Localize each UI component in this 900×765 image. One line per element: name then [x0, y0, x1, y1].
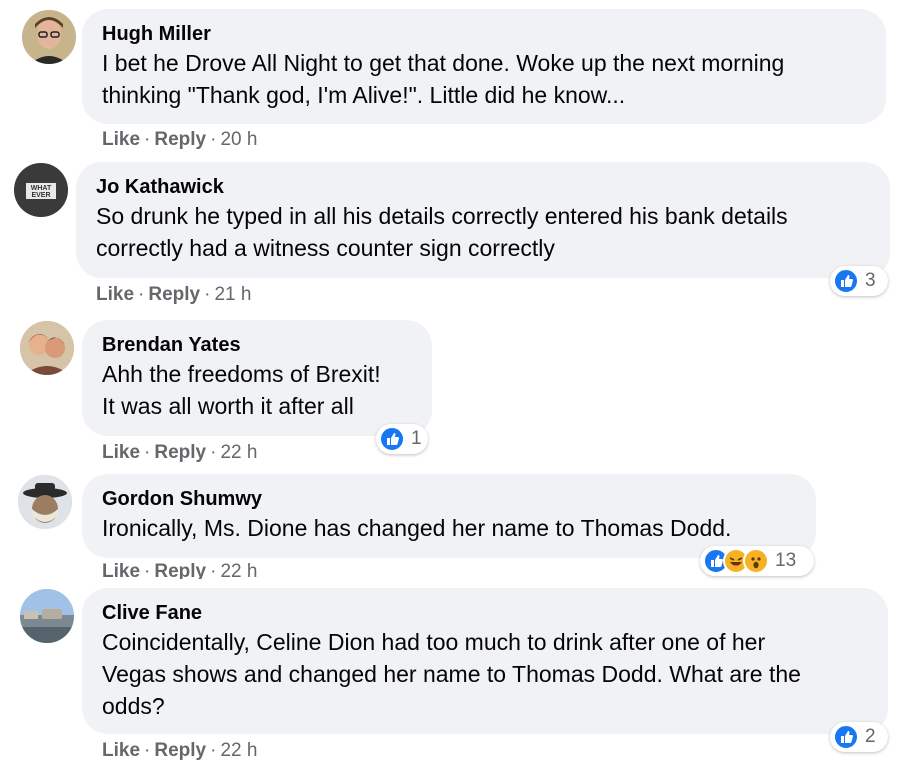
reaction-summary[interactable]: 13 — [700, 546, 814, 576]
like-link[interactable]: Like — [102, 129, 140, 150]
separator: · — [144, 129, 151, 150]
comment-text-line: correctly had a witness counter sign cor… — [96, 235, 555, 261]
comment-text-line: It was all worth it after all — [102, 393, 354, 419]
avatar[interactable] — [20, 321, 74, 375]
comment-text-line: odds? — [102, 693, 165, 719]
reaction-count: 2 — [865, 726, 876, 747]
comment-actions: Like · Reply · 22 h — [102, 441, 257, 465]
comment-text-line: I bet he Drove All Night to get that don… — [102, 50, 785, 76]
thumbs-up-icon — [833, 724, 859, 750]
timestamp[interactable]: 22 h — [220, 561, 257, 579]
comment-actions: Like · Reply · 20 h — [102, 128, 257, 152]
comment-actions: Like · Reply · 22 h — [102, 560, 257, 579]
reaction-count: 3 — [865, 270, 876, 291]
avatar-image — [18, 475, 72, 529]
reply-link[interactable]: Reply — [154, 740, 206, 761]
reply-link[interactable]: Reply — [154, 561, 206, 579]
timestamp[interactable]: 22 h — [220, 442, 257, 463]
timestamp[interactable]: 20 h — [220, 129, 257, 150]
separator: · — [210, 442, 217, 463]
separator: · — [210, 561, 217, 579]
like-link[interactable]: Like — [102, 740, 140, 761]
timestamp[interactable]: 21 h — [214, 284, 251, 305]
timestamp[interactable]: 22 h — [220, 740, 257, 761]
comment-author[interactable]: Brendan Yates — [102, 332, 412, 358]
comment-bubble: Clive Fane Coincidentally, Celine Dion h… — [82, 588, 888, 734]
comment-bubble: Jo Kathawick So drunk he typed in all hi… — [76, 162, 890, 278]
comment-author[interactable]: Clive Fane — [102, 600, 868, 626]
comment-text-line: Vegas shows and changed her name to Thom… — [102, 661, 801, 687]
avatar[interactable] — [20, 589, 74, 643]
reaction-count: 13 — [775, 550, 797, 571]
like-link[interactable]: Like — [96, 284, 134, 305]
like-link[interactable]: Like — [102, 442, 140, 463]
reaction-summary[interactable]: 1 — [376, 424, 428, 454]
comment-bubble: Brendan Yates Ahh the freedoms of Brexit… — [82, 320, 432, 436]
comment-bubble: Hugh Miller I bet he Drove All Night to … — [82, 9, 886, 124]
reaction-count: 1 — [411, 428, 422, 449]
like-link[interactable]: Like — [102, 561, 140, 579]
separator: · — [210, 740, 217, 761]
reply-link[interactable]: Reply — [148, 284, 200, 305]
thumbs-up-icon — [379, 426, 405, 452]
avatar-image — [20, 589, 74, 643]
comment-text-line: Ironically, Ms. Dione has changed her na… — [102, 515, 732, 541]
thumbs-up-icon — [833, 268, 859, 294]
separator: · — [138, 284, 145, 305]
reply-link[interactable]: Reply — [154, 129, 206, 150]
avatar-badge-text: WHAT — [31, 185, 52, 192]
comment-text-line: thinking "Thank god, I'm Alive!". Little… — [102, 82, 626, 108]
separator: · — [210, 129, 217, 150]
avatar-image: WHAT EVER — [14, 163, 68, 217]
separator: · — [144, 442, 151, 463]
avatar[interactable] — [22, 10, 76, 64]
comment-text-line: Coincidentally, Celine Dion had too much… — [102, 629, 766, 655]
comment-text-line: Ahh the freedoms of Brexit! — [102, 361, 381, 387]
avatar-image — [22, 10, 76, 64]
comment-text-line: So drunk he typed in all his details cor… — [96, 203, 788, 229]
separator: · — [144, 561, 151, 579]
avatar-image — [20, 321, 74, 375]
wow-face-icon — [743, 548, 769, 574]
reaction-summary[interactable]: 3 — [830, 266, 888, 296]
reply-link[interactable]: Reply — [154, 442, 206, 463]
comment-bubble: Gordon Shumwy Ironically, Ms. Dione has … — [82, 474, 816, 558]
comment-author[interactable]: Hugh Miller — [102, 21, 866, 47]
separator: · — [144, 740, 151, 761]
comment-actions: Like · Reply · 21 h — [96, 283, 251, 307]
comment-author[interactable]: Jo Kathawick — [96, 174, 870, 200]
avatar[interactable]: WHAT EVER — [14, 163, 68, 217]
comment-author[interactable]: Gordon Shumwy — [102, 486, 796, 512]
separator: · — [204, 284, 211, 305]
avatar-badge-text: EVER — [31, 192, 50, 199]
avatar[interactable] — [18, 475, 72, 529]
comment-actions: Like · Reply · 22 h — [102, 739, 257, 763]
reaction-summary[interactable]: 2 — [830, 722, 888, 752]
